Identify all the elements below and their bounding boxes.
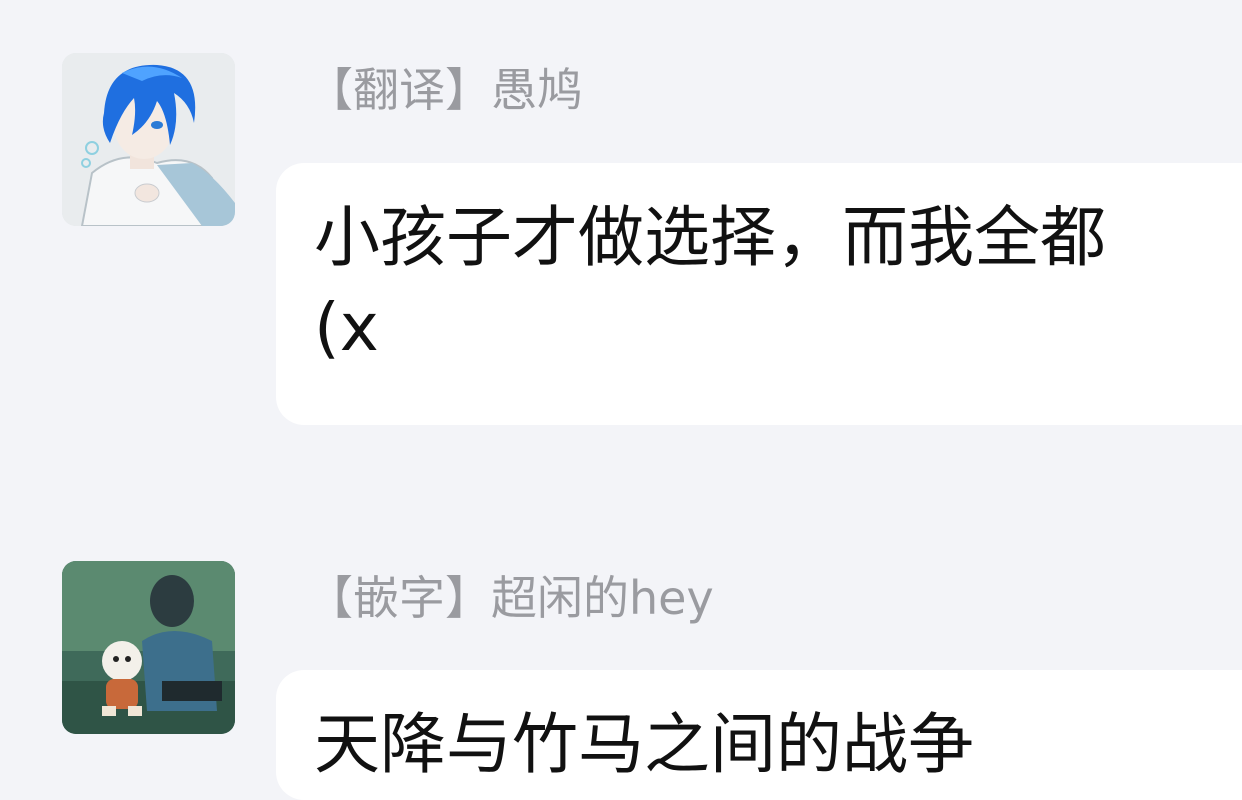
chat-list: 【翻译】愚鸠 小孩子才做选择，而我全都 (x 【嵌字】超闲的hey 天降与竹马之… xyxy=(0,0,1242,800)
message-line: 小孩子才做选择，而我全都 xyxy=(314,199,1106,276)
sender-nickname: 超闲的hey xyxy=(491,571,714,625)
message-text: 小孩子才做选择，而我全都 (x xyxy=(314,193,1242,373)
sender-role-tag: 【嵌字】 xyxy=(307,571,491,625)
sender-name: 【嵌字】超闲的hey xyxy=(307,568,714,628)
message-text: 天降与竹马之间的战争 xyxy=(314,700,1242,790)
message-bubble[interactable]: 天降与竹马之间的战争 xyxy=(276,670,1242,800)
anime-boy-blue-hair-icon xyxy=(62,53,235,226)
anime-scene-icon xyxy=(62,561,235,734)
sender-role-tag: 【翻译】 xyxy=(307,63,491,117)
sender-name: 【翻译】愚鸠 xyxy=(307,60,583,120)
sender-nickname: 愚鸠 xyxy=(491,63,583,117)
chat-message: 【翻译】愚鸠 小孩子才做选择，而我全都 (x xyxy=(0,0,1242,460)
avatar[interactable] xyxy=(62,561,235,734)
chat-message: 【嵌字】超闲的hey 天降与竹马之间的战争 xyxy=(0,540,1242,800)
message-bubble[interactable]: 小孩子才做选择，而我全都 (x xyxy=(276,163,1242,425)
message-line: 天降与竹马之间的战争 xyxy=(314,706,974,783)
avatar[interactable] xyxy=(62,53,235,226)
message-line: (x xyxy=(314,289,379,366)
